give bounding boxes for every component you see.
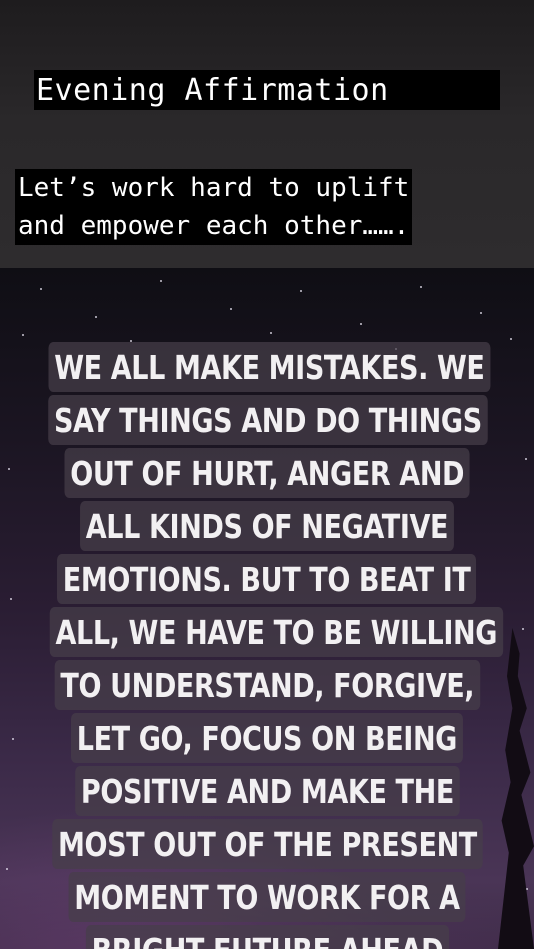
subtitle-text-2: and empower each other……. xyxy=(18,211,410,241)
quote-line-text: TO UNDERSTAND, FORGIVE, xyxy=(54,660,480,710)
quote-line-text: ALL, WE HAVE TO BE WILLING xyxy=(49,607,503,657)
quote-line-text: WE ALL MAKE MISTAKES. WE xyxy=(48,342,491,392)
quote-line-text: MOMENT TO WORK FOR A xyxy=(68,872,466,922)
quote-block: WE ALL MAKE MISTAKES. WE SAY THINGS AND … xyxy=(0,342,534,949)
quote-line: MOMENT TO WORK FOR A xyxy=(0,872,534,922)
subtitle-caption-line-2: and empower each other……. xyxy=(15,207,413,245)
quote-line-text: EMOTIONS. BUT TO BEAT IT xyxy=(57,554,477,604)
title-text: Evening Affirmation xyxy=(36,73,389,108)
story-frame: Evening Affirmation Let’s work hard to u… xyxy=(0,0,534,949)
quote-line-text: POSITIVE AND MAKE THE xyxy=(74,766,460,816)
quote-line: EMOTIONS. BUT TO BEAT IT xyxy=(0,554,534,604)
quote-line-text: ALL KINDS OF NEGATIVE xyxy=(80,501,454,551)
quote-line: WE ALL MAKE MISTAKES. WE xyxy=(0,342,534,392)
quote-line-text: OUT OF HURT, ANGER AND xyxy=(64,448,470,498)
quote-line: ALL, WE HAVE TO BE WILLING xyxy=(0,607,534,657)
quote-line-text: MOST OUT OF THE PRESENT xyxy=(51,819,483,869)
quote-line: SAY THINGS AND DO THINGS xyxy=(0,395,534,445)
subtitle-caption-line-1: Let’s work hard to uplift xyxy=(15,169,413,207)
quote-line-text: SAY THINGS AND DO THINGS xyxy=(48,395,488,445)
quote-line: OUT OF HURT, ANGER AND xyxy=(0,448,534,498)
quote-line: BRIGHT FUTURE AHEAD xyxy=(0,925,534,949)
quote-line-text: BRIGHT FUTURE AHEAD xyxy=(85,925,449,949)
quote-line-text: LET GO, FOCUS ON BEING xyxy=(71,713,463,763)
title-caption: Evening Affirmation xyxy=(34,70,500,110)
quote-line: MOST OUT OF THE PRESENT xyxy=(0,819,534,869)
quote-line: ALL KINDS OF NEGATIVE xyxy=(0,501,534,551)
quote-line: POSITIVE AND MAKE THE xyxy=(0,766,534,816)
subtitle-text-1: Let’s work hard to uplift xyxy=(18,173,410,203)
quote-line: LET GO, FOCUS ON BEING xyxy=(0,713,534,763)
quote-line: TO UNDERSTAND, FORGIVE, xyxy=(0,660,534,710)
